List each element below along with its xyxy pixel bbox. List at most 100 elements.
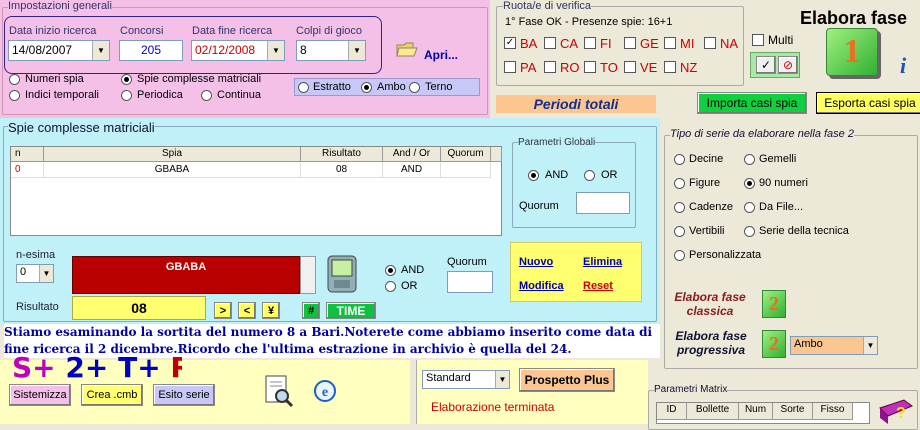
esito-button[interactable]: Esito serie (153, 384, 215, 406)
ruota-mi-checkbox[interactable] (664, 37, 676, 49)
radio-continua[interactable] (201, 90, 212, 101)
col-risultato[interactable]: Risultato (301, 147, 383, 162)
radio-spie-complesse[interactable] (121, 74, 132, 85)
chevron-down-icon[interactable]: ▼ (39, 265, 53, 282)
nuovo-link[interactable]: Nuovo (519, 256, 553, 268)
nesima-combo[interactable]: 0 ▼ (16, 264, 54, 283)
quorum-global-field[interactable] (576, 192, 630, 214)
matrix-col-bollette[interactable]: Bollette (687, 403, 739, 420)
label-tipo-decine: Decine (689, 153, 724, 165)
row-0-quorum[interactable] (441, 163, 491, 178)
radio-tipo-90-numeri[interactable] (744, 178, 755, 189)
ruota-na-checkbox[interactable] (704, 37, 716, 49)
radio-periodica[interactable] (121, 90, 132, 101)
row-0-n[interactable]: 0 (11, 163, 44, 178)
col-quorum[interactable]: Quorum (441, 147, 491, 162)
data-inizio-combo[interactable]: 14/08/2007 ▼ (8, 40, 110, 61)
ruota-ro-checkbox[interactable] (544, 61, 556, 73)
fase-1-button[interactable]: 1 (826, 28, 878, 76)
folder-icon[interactable] (396, 40, 418, 58)
ruota-fi-checkbox[interactable] (584, 37, 596, 49)
button-hash[interactable]: # (302, 302, 320, 319)
parametri-globali-title: Parametri Globali (518, 137, 596, 148)
ruota-ve-label: VE (640, 60, 658, 75)
check-icon[interactable]: ✓ (756, 56, 776, 74)
chevron-down-icon[interactable]: ▼ (863, 337, 877, 354)
sistemizza-button[interactable]: Sistemizza (9, 384, 71, 406)
radio-tipo-gemelli[interactable] (744, 154, 755, 165)
ruota-to-checkbox[interactable] (584, 61, 596, 73)
ruota-ge-checkbox[interactable] (624, 37, 636, 49)
chevron-down-icon[interactable]: ▼ (92, 41, 109, 60)
elimina-link[interactable]: Elimina (583, 256, 622, 268)
label-numeri-spia: Numeri spia (25, 73, 84, 85)
scroll-bar[interactable] (300, 256, 316, 294)
data-fine-combo[interactable]: 02/12/2008 ▼ (191, 40, 285, 61)
button-gt[interactable]: > (214, 302, 232, 319)
matrix-col-fisso[interactable]: Fisso (813, 403, 853, 420)
radio-tipo-serie-della-tecnica[interactable] (744, 226, 755, 237)
col-n[interactable]: n (11, 147, 44, 162)
ruota-ve-checkbox[interactable] (624, 61, 636, 73)
button-time[interactable]: TIME (326, 302, 376, 319)
concorsi-field[interactable]: 205 (119, 40, 183, 61)
radio-terno[interactable] (409, 82, 420, 93)
radio-ambo[interactable] (361, 82, 372, 93)
ruota-ba-checkbox[interactable]: ✓ (504, 37, 516, 49)
info-icon[interactable]: i (900, 55, 920, 77)
row-0-spia[interactable]: GBABA (44, 163, 301, 178)
matrix-col-id[interactable]: ID (657, 403, 687, 420)
phone-icon[interactable] (322, 254, 362, 294)
colpi-combo[interactable]: 8 ▼ (296, 40, 366, 61)
ruota-ca-checkbox[interactable] (544, 37, 556, 49)
matrix-col-num[interactable]: Num (739, 403, 773, 420)
chevron-down-icon[interactable]: ▼ (348, 41, 365, 60)
radio-estratto[interactable] (298, 82, 309, 93)
apri-link[interactable]: Apri... (424, 48, 458, 62)
internet-explorer-icon[interactable]: e (310, 376, 340, 406)
radio-tipo-vertibili[interactable] (674, 226, 685, 237)
radio-and[interactable] (385, 265, 396, 276)
fase-2-progressiva-button[interactable]: 2 (762, 330, 786, 358)
radio-indici[interactable] (9, 90, 20, 101)
crea-button[interactable]: Crea .cmb (81, 384, 143, 406)
reset-link[interactable]: Reset (583, 280, 613, 292)
help-book-icon[interactable]: ? (876, 398, 916, 424)
ruota-nz-checkbox[interactable] (664, 61, 676, 73)
radio-global-and[interactable] (528, 170, 539, 181)
radio-tipo-figure[interactable] (674, 178, 685, 189)
button-yen[interactable]: ¥ (262, 302, 280, 319)
ambo-combo[interactable]: Ambo ▼ (790, 336, 878, 355)
radio-tipo-cadenze[interactable] (674, 202, 685, 213)
button-lt[interactable]: < (238, 302, 256, 319)
ruota-pa-checkbox[interactable] (504, 61, 516, 73)
col-spia[interactable]: Spia (44, 147, 301, 162)
row-0-andor[interactable]: AND (383, 163, 441, 178)
radio-tipo-decine[interactable] (674, 154, 685, 165)
radio-tipo-personalizzata[interactable] (674, 250, 685, 261)
fase-status: 1° Fase OK - Presenze spie: 16+1 (505, 16, 673, 28)
risultato-display[interactable]: 08 (72, 296, 206, 320)
standard-combo[interactable]: Standard ▼ (422, 370, 510, 389)
multi-checkbox[interactable] (752, 34, 764, 46)
chevron-down-icon[interactable]: ▼ (495, 371, 509, 388)
quorum-field[interactable] (447, 271, 493, 293)
matrix-col-sorte[interactable]: Sorte (773, 403, 813, 420)
row-0-risultato[interactable]: 08 (301, 163, 383, 178)
radio-numeri-spia[interactable] (9, 74, 20, 85)
fase-2-classica-button[interactable]: 2 (762, 290, 786, 318)
radio-global-or[interactable] (584, 170, 595, 181)
modifica-link[interactable]: Modifica (519, 280, 564, 292)
radio-tipo-da-file[interactable] (744, 202, 755, 213)
spie-table: n Spia Risultato And / Or Quorum 0 GBABA… (10, 146, 502, 236)
esporta-button[interactable]: Esporta casi spia (816, 92, 920, 114)
col-andor[interactable]: And / Or (383, 147, 441, 162)
importa-button[interactable]: Importa casi spia (697, 92, 807, 114)
spia-display[interactable]: GBABA (72, 256, 300, 294)
document-search-icon[interactable] (262, 374, 294, 408)
concorsi-label: Concorsi (120, 25, 164, 37)
prospetto-button[interactable]: Prospetto Plus (519, 368, 615, 392)
cancel-icon[interactable]: ⊘ (778, 56, 798, 74)
radio-or[interactable] (385, 281, 396, 292)
chevron-down-icon[interactable]: ▼ (267, 41, 284, 60)
